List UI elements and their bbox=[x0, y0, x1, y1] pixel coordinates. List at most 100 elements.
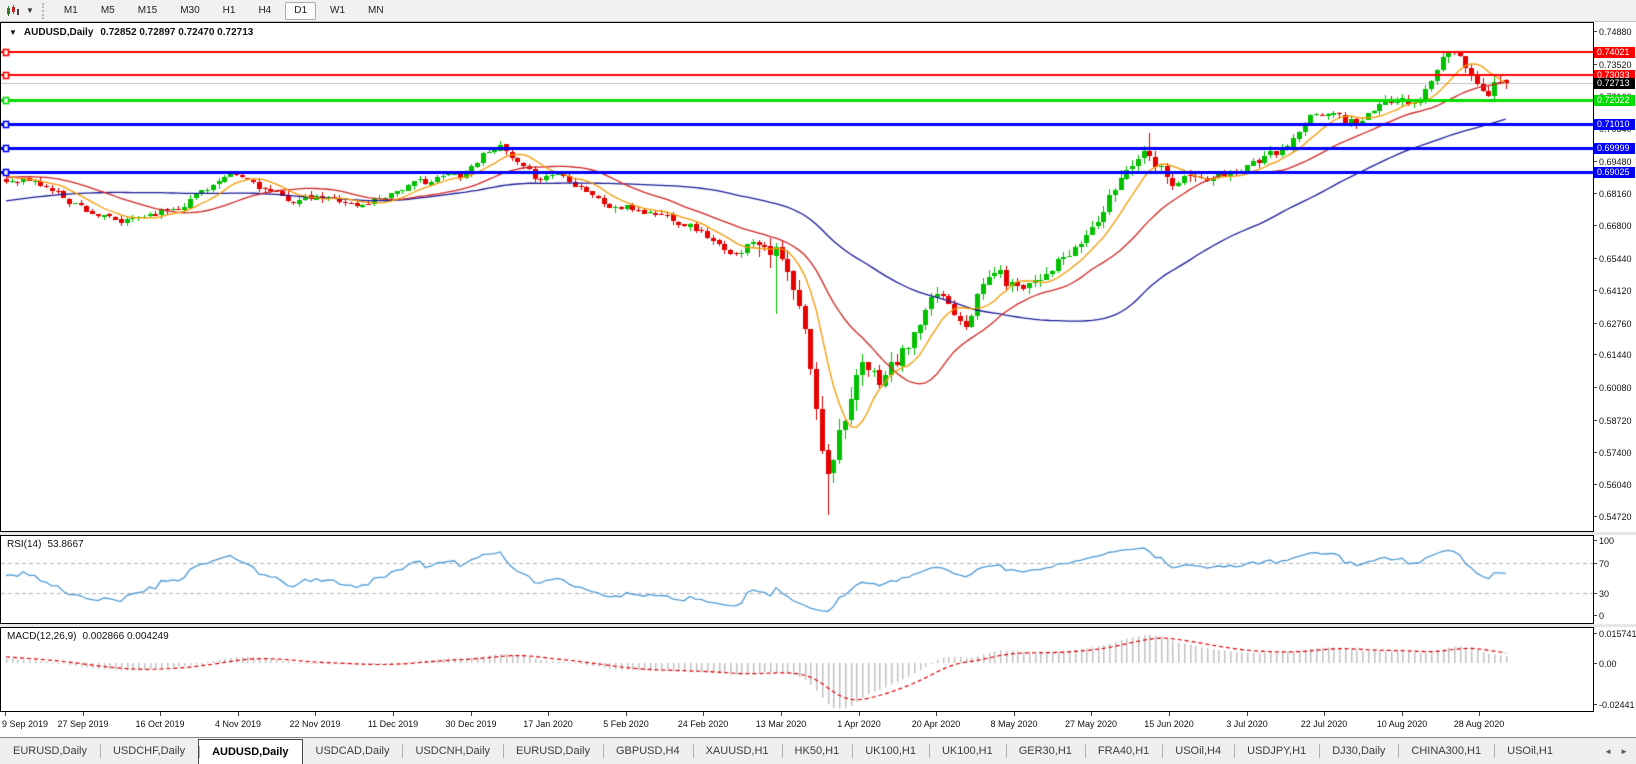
chart-tab-ger30-h1[interactable]: GER30,H1 bbox=[1005, 738, 1085, 764]
candlestick-chart-icon[interactable] bbox=[4, 3, 24, 19]
date-tick bbox=[393, 712, 394, 716]
level-price-label: 0.69025 bbox=[1594, 167, 1635, 178]
date-label: 28 Aug 2020 bbox=[1453, 719, 1505, 729]
date-tick bbox=[238, 712, 239, 716]
date-tick bbox=[1324, 712, 1325, 716]
chart-tab-dj30-daily[interactable]: DJ30,Daily bbox=[1319, 738, 1398, 764]
date-tick bbox=[1479, 712, 1480, 716]
date-tick bbox=[160, 712, 161, 716]
chart-tab-bar: EURUSD,Daily USDCHF,Daily AUDUSD,Daily USDC… bbox=[0, 737, 1636, 764]
date-tick bbox=[859, 712, 860, 716]
chart-tab-eurusd-daily[interactable]: EURUSD,Daily bbox=[0, 738, 100, 764]
timeframe-button-m1[interactable]: M1 bbox=[55, 2, 87, 20]
date-tick bbox=[548, 712, 549, 716]
date-tick bbox=[1091, 712, 1092, 716]
macd-label: MACD(12,26,9) 0.002866 0.004249 bbox=[7, 631, 169, 642]
tab-scroll-left-icon[interactable]: ◄ bbox=[1601, 745, 1615, 758]
price-tick-label: 0.60080 bbox=[1594, 383, 1632, 393]
price-tick-label: 0.54720 bbox=[1594, 512, 1632, 522]
price-tick-label: 0.58720 bbox=[1594, 416, 1632, 426]
chevron-down-icon[interactable]: ▼ bbox=[26, 6, 34, 15]
date-tick bbox=[83, 712, 84, 716]
price-tick-label: 0.73520 bbox=[1594, 60, 1632, 70]
rsi-row: RSI(14) 53.8667 100 70 30 0 bbox=[0, 535, 1636, 624]
chart-tab-uk100-h1[interactable]: UK100,H1 bbox=[928, 738, 1006, 764]
rsi-tick-label: 100 bbox=[1594, 536, 1614, 546]
price-axis: 0.748800.735200.721600.708400.694800.681… bbox=[1594, 22, 1636, 532]
macd-canvas[interactable] bbox=[1, 628, 1593, 711]
chart-tab-xauusd-h1[interactable]: XAUUSD,H1 bbox=[692, 738, 782, 764]
date-label: 4 Nov 2019 bbox=[214, 719, 262, 729]
date-tick bbox=[471, 712, 472, 716]
rsi-canvas[interactable] bbox=[1, 536, 1593, 623]
date-tick bbox=[1247, 712, 1248, 716]
rsi-tick-label: 70 bbox=[1594, 559, 1609, 569]
timeframe-button-m30[interactable]: M30 bbox=[171, 2, 208, 20]
price-tick-label: 0.61440 bbox=[1594, 350, 1632, 360]
symbol-dropdown-icon[interactable]: ▼ bbox=[9, 28, 17, 37]
chart-tab-usdchf-daily[interactable]: USDCHF,Daily bbox=[99, 738, 198, 764]
chart-tab-audusd-daily[interactable]: AUDUSD,Daily bbox=[198, 739, 303, 764]
timeframe-toolbar: ▼ M1 M5 M15 M30 H1 H4 D1 W1 MN bbox=[0, 0, 1636, 22]
price-tick-label: 0.69480 bbox=[1594, 157, 1632, 167]
price-tick-label: 0.56040 bbox=[1594, 480, 1632, 490]
chart-tab-usdjpy-h1[interactable]: USDJPY,H1 bbox=[1234, 738, 1319, 764]
chart-tab-usdcnh-daily[interactable]: USDCNH,Daily bbox=[402, 738, 503, 764]
date-label: 30 Dec 2019 bbox=[445, 719, 497, 729]
level-price-label: 0.72022 bbox=[1594, 95, 1635, 106]
price-tick-label: 0.68160 bbox=[1594, 189, 1632, 199]
date-label: 27 May 2020 bbox=[1064, 719, 1118, 729]
date-label: 5 Feb 2020 bbox=[603, 719, 649, 729]
timeframe-button-h1[interactable]: H1 bbox=[214, 2, 245, 20]
timeframe-button-d1[interactable]: D1 bbox=[285, 1, 317, 20]
chart-tab-usoil-h4[interactable]: USOil,H4 bbox=[1162, 738, 1234, 764]
macd-tick-label: 0.00 bbox=[1594, 659, 1617, 669]
ohlc-values: 0.72852 0.72897 0.72470 0.72713 bbox=[100, 27, 254, 38]
date-label: 1 Apr 2020 bbox=[837, 719, 881, 729]
timeframe-button-h4[interactable]: H4 bbox=[249, 2, 280, 20]
rsi-tick-label: 0 bbox=[1594, 611, 1604, 621]
date-tick bbox=[781, 712, 782, 716]
date-label: 22 Jul 2020 bbox=[1300, 719, 1348, 729]
rsi-tick-label: 30 bbox=[1594, 589, 1609, 599]
timeframe-button-w1[interactable]: W1 bbox=[321, 2, 354, 20]
rsi-pane[interactable]: RSI(14) 53.8667 bbox=[0, 535, 1594, 624]
price-tick-label: 0.64120 bbox=[1594, 286, 1632, 296]
chart-tab-china300-h1[interactable]: CHINA300,H1 bbox=[1398, 738, 1494, 764]
chart-tab-uk100-h1[interactable]: UK100,H1 bbox=[852, 738, 929, 764]
date-tick bbox=[1402, 712, 1403, 716]
date-tick bbox=[1169, 712, 1170, 716]
chart-tab-gbpusd-h4[interactable]: GBPUSD,H4 bbox=[603, 738, 693, 764]
rsi-label: RSI(14) 53.8667 bbox=[7, 539, 84, 550]
date-label: 13 Mar 2020 bbox=[755, 719, 807, 729]
price-chart-canvas[interactable] bbox=[1, 23, 1593, 531]
macd-pane[interactable]: MACD(12,26,9) 0.002866 0.004249 bbox=[0, 627, 1594, 712]
date-axis: 9 Sep 2019 27 Sep 2019 16 Oct 2019 4 Nov 20… bbox=[0, 712, 1636, 737]
timeframe-button-m15[interactable]: M15 bbox=[129, 2, 166, 20]
current-price-label: 0.72713 bbox=[1594, 78, 1635, 89]
chart-tab-fra40-h1[interactable]: FRA40,H1 bbox=[1084, 738, 1162, 764]
date-label: 8 May 2020 bbox=[990, 719, 1038, 729]
chart-tab-eurusd-daily[interactable]: EURUSD,Daily bbox=[503, 738, 603, 764]
level-price-label: 0.74021 bbox=[1594, 47, 1635, 58]
date-label: 27 Sep 2019 bbox=[57, 719, 109, 729]
toolbar-separator bbox=[41, 2, 47, 19]
rsi-axis: 100 70 30 0 bbox=[1594, 535, 1636, 624]
timeframe-button-m5[interactable]: M5 bbox=[92, 2, 124, 20]
date-label: 3 Jul 2020 bbox=[1226, 719, 1268, 729]
chart-tab-usoil-h1[interactable]: USOil,H1 bbox=[1494, 738, 1566, 764]
macd-row: MACD(12,26,9) 0.002866 0.004249 0.015741 0… bbox=[0, 627, 1636, 712]
tab-scroll-right-icon[interactable]: ► bbox=[1617, 745, 1631, 758]
date-label: 16 Oct 2019 bbox=[135, 719, 185, 729]
date-tick bbox=[315, 712, 316, 716]
chart-tab-usdcad-daily[interactable]: USDCAD,Daily bbox=[303, 738, 403, 764]
price-chart-pane[interactable]: ▼ AUDUSD,Daily 0.72852 0.72897 0.72470 0… bbox=[0, 22, 1594, 532]
date-tick bbox=[703, 712, 704, 716]
chart-tab-hk50-h1[interactable]: HK50,H1 bbox=[781, 738, 853, 764]
date-tick bbox=[936, 712, 937, 716]
price-tick-label: 0.62760 bbox=[1594, 319, 1632, 329]
price-tick-label: 0.65440 bbox=[1594, 254, 1632, 264]
timeframe-button-mn[interactable]: MN bbox=[359, 2, 393, 20]
date-label: 20 Apr 2020 bbox=[911, 719, 961, 729]
date-label: 9 Sep 2019 bbox=[2, 719, 49, 729]
